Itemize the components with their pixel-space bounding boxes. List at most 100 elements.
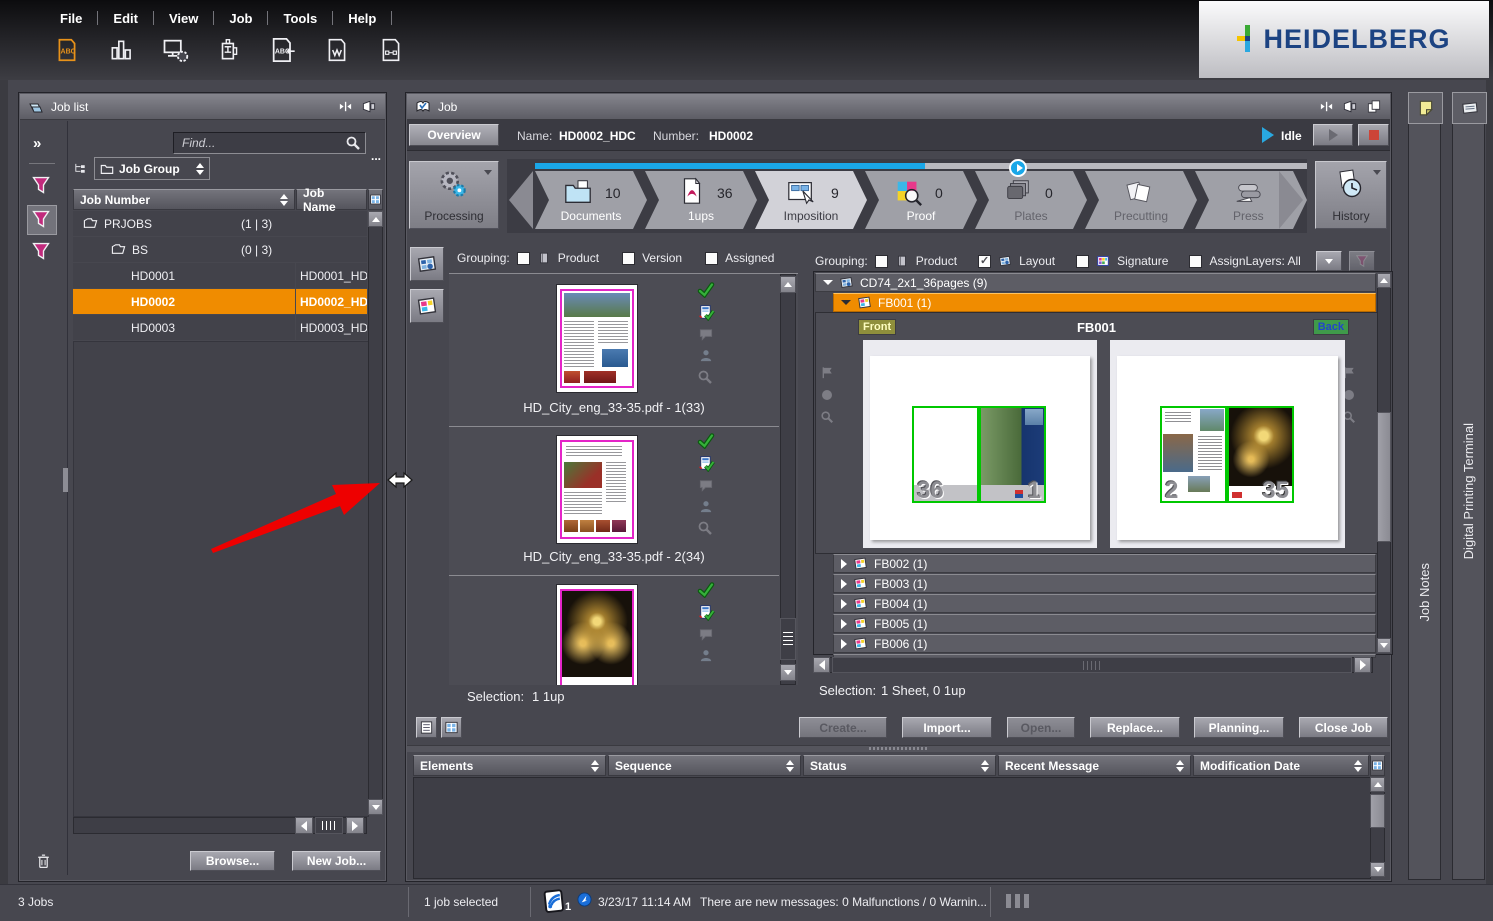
import-button[interactable]: Import... xyxy=(902,717,992,738)
expand-strip-icon[interactable]: » xyxy=(33,135,41,152)
find-input[interactable] xyxy=(173,132,366,154)
expander-icon[interactable] xyxy=(841,599,847,609)
scroll-down-button[interactable] xyxy=(1377,638,1391,653)
tree-node-fb006[interactable]: FB006 (1) xyxy=(833,634,1376,653)
menu-help[interactable]: Help xyxy=(333,11,391,26)
view-pages-button[interactable] xyxy=(410,247,444,281)
menu-job[interactable]: Job xyxy=(214,11,267,26)
new-job-button[interactable]: New Job... xyxy=(292,851,381,871)
sort-icon[interactable] xyxy=(1176,760,1184,772)
browse-button[interactable]: Browse... xyxy=(190,851,275,871)
grouping-dropdown-button[interactable] xyxy=(1316,251,1342,271)
job-name-hd0002[interactable]: HD0002_HD xyxy=(296,289,367,314)
workstation-gear-icon[interactable] xyxy=(160,34,190,66)
preflight-report-icon[interactable] xyxy=(697,604,715,621)
oneup-item-2[interactable]: HD_City_eng_33-35.pdf - 2(34) xyxy=(449,427,779,576)
expander-icon[interactable] xyxy=(841,639,847,649)
job-notes-tab[interactable]: Job Notes xyxy=(1408,92,1441,880)
machine-icon[interactable] xyxy=(214,34,244,66)
filter-all-icon[interactable] xyxy=(31,175,51,198)
assignlayers-checkbox[interactable] xyxy=(1189,255,1202,268)
combo-spinner-icon[interactable] xyxy=(196,163,204,175)
col-elements[interactable]: Elements xyxy=(413,755,606,776)
scroll-right-button[interactable] xyxy=(346,817,364,834)
more-button[interactable]: ... xyxy=(371,149,381,163)
tab-overview[interactable]: Overview xyxy=(409,124,499,146)
col-job-name[interactable]: Job Name xyxy=(296,189,367,210)
scroll-down-button[interactable] xyxy=(368,799,383,815)
preflight-report-icon[interactable] xyxy=(697,304,715,321)
doc-wizard-icon[interactable] xyxy=(322,34,352,66)
col-modification-date[interactable]: Modification Date xyxy=(1193,755,1369,776)
scroll-left-button[interactable] xyxy=(295,817,313,834)
menu-view[interactable]: View xyxy=(154,11,213,26)
product-checkbox[interactable] xyxy=(517,252,530,265)
scroll-up-button[interactable] xyxy=(1370,777,1385,792)
delete-job-icon[interactable] xyxy=(35,852,52,873)
search-icon[interactable] xyxy=(345,135,361,151)
dropdown-icon[interactable] xyxy=(1373,170,1381,175)
job-table-vscroll-track[interactable] xyxy=(368,211,383,815)
close-job-button[interactable]: Close Job xyxy=(1299,717,1388,738)
strip-splitter-handle[interactable] xyxy=(63,468,68,492)
start-processing-button[interactable] xyxy=(1313,124,1353,146)
tree-node-fb001-selected[interactable]: FB001 (1) xyxy=(833,293,1376,312)
horizontal-splitter[interactable] xyxy=(407,745,1390,752)
step-documents[interactable]: 10 Documents xyxy=(535,171,647,229)
oneup-item-1[interactable]: HD_City_eng_33-35.pdf - 1(33) xyxy=(449,274,779,427)
create-button[interactable]: Create... xyxy=(799,717,887,738)
tree-node-fb003[interactable]: FB003 (1) xyxy=(833,574,1376,593)
menu-tools[interactable]: Tools xyxy=(268,11,332,26)
col-sequence[interactable]: Sequence xyxy=(608,755,801,776)
sort-icon[interactable] xyxy=(786,760,794,772)
page-thumbnail[interactable] xyxy=(557,285,637,392)
job-row-hd0003[interactable]: HD0003 xyxy=(73,315,295,340)
tree-node-fb004[interactable]: FB004 (1) xyxy=(833,594,1376,613)
hscroll-thumb[interactable] xyxy=(832,657,1352,673)
scroll-down-button[interactable] xyxy=(780,664,796,681)
menu-edit[interactable]: Edit xyxy=(98,11,153,26)
tree-node-fb005[interactable]: FB005 (1) xyxy=(833,614,1376,633)
step-proof[interactable]: 0 Proof xyxy=(865,171,977,229)
digital-printing-terminal-tab[interactable]: Digital Printing Terminal xyxy=(1452,92,1485,880)
job-notes-icon-button[interactable] xyxy=(1408,92,1443,124)
step-precutting[interactable]: Precutting xyxy=(1085,171,1197,229)
expander-icon[interactable] xyxy=(841,619,847,629)
detach-panel-icon[interactable] xyxy=(1342,99,1358,114)
column-config-icon[interactable] xyxy=(1370,755,1385,776)
step-imposition[interactable]: 9 Imposition xyxy=(755,171,867,229)
tree-root-row[interactable]: CD74_2x1_36pages (9) xyxy=(815,273,1376,292)
front-page-1[interactable]: 1 xyxy=(979,406,1046,503)
job-row-hd0001[interactable]: HD0001 xyxy=(73,263,295,288)
col-status[interactable]: Status xyxy=(803,755,996,776)
dpt-icon-button[interactable] xyxy=(1452,92,1487,124)
scroll-left-button[interactable] xyxy=(813,657,830,673)
job-name-hd0001[interactable]: HD0001_HD xyxy=(296,263,367,288)
filter-active-button[interactable] xyxy=(27,205,57,235)
column-config-icon[interactable] xyxy=(368,189,383,210)
assigned-checkbox[interactable] xyxy=(705,252,718,265)
job-row-bs[interactable]: BS (0 | 3) xyxy=(73,237,367,262)
new-message-icon[interactable] xyxy=(577,892,592,907)
sort-icon[interactable] xyxy=(1354,760,1362,772)
scroll-up-button[interactable] xyxy=(1377,273,1391,288)
sort-icon[interactable] xyxy=(280,194,288,206)
step-plates[interactable]: 0 Plates xyxy=(975,171,1087,229)
preflight-report-icon[interactable] xyxy=(697,455,715,472)
elements-listview-button[interactable] xyxy=(416,717,437,738)
signature-checkbox[interactable] xyxy=(1076,255,1089,268)
doc-import-icon[interactable] xyxy=(268,34,298,66)
duplicate-panel-icon[interactable] xyxy=(1366,99,1382,114)
front-page-36[interactable]: 36 xyxy=(912,406,979,503)
messages-icon[interactable] xyxy=(543,889,567,913)
col-recent-message[interactable]: Recent Message xyxy=(998,755,1191,776)
oneup-item-3[interactable] xyxy=(449,576,779,685)
layout-checkbox[interactable]: ✓ xyxy=(978,255,991,268)
page-thumbnail[interactable] xyxy=(557,436,637,543)
page-thumbnail[interactable] xyxy=(557,585,637,685)
steps-scroll-left[interactable] xyxy=(509,171,533,229)
sort-icon[interactable] xyxy=(981,760,989,772)
step-1ups[interactable]: 36 1ups xyxy=(645,171,757,229)
chart-columns-icon[interactable] xyxy=(106,34,136,66)
back-badge[interactable]: Back xyxy=(1313,319,1349,335)
